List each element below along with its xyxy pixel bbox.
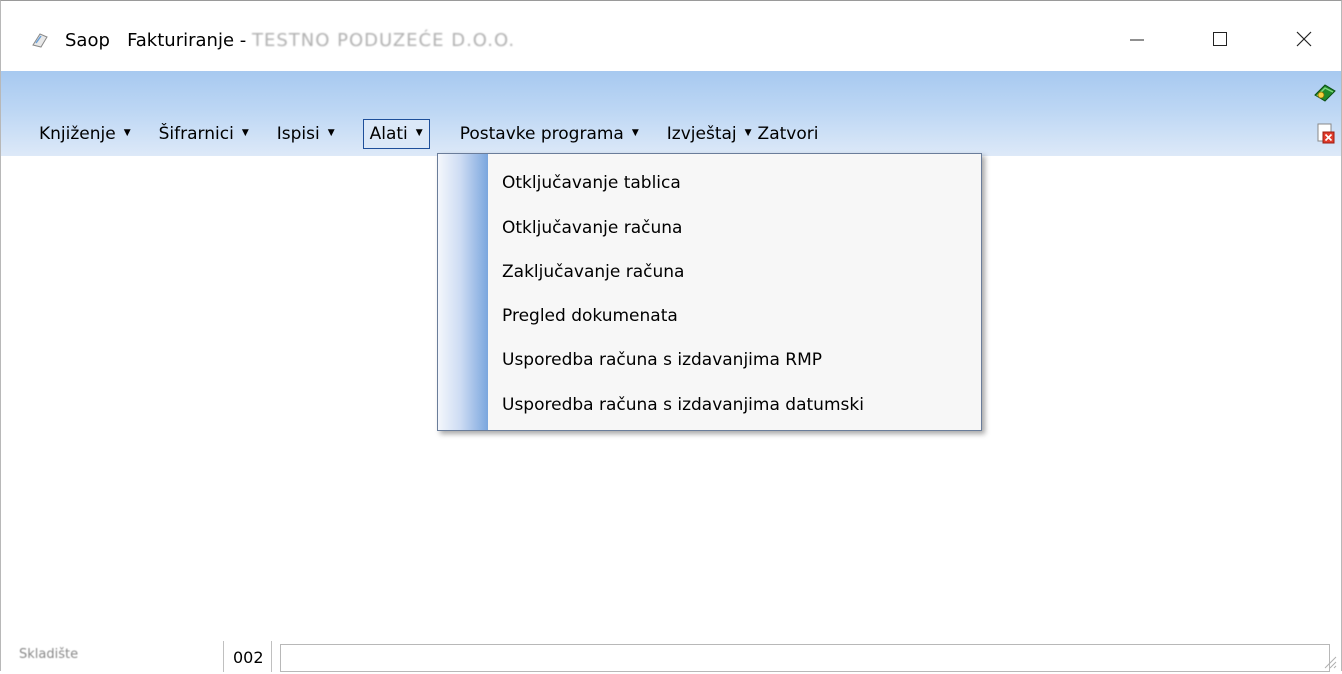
menu-izvjestaj-label: Izvještaj <box>666 124 737 144</box>
status-divider <box>271 641 272 672</box>
chevron-down-icon: ▼ <box>327 128 335 138</box>
menu-bar: Knjiženje ▼ Šifrarnici ▼ Ispisi ▼ Alati … <box>39 119 818 149</box>
chevron-down-icon: ▼ <box>744 128 752 138</box>
app-icon[interactable] <box>31 31 49 49</box>
menu-option-usporedba-datumski[interactable]: Usporedba računa s izdavanjima datumski <box>502 389 864 421</box>
menu-izvjestaj[interactable]: Izvještaj ▼ <box>667 119 752 149</box>
app-window: Saop Fakturiranje - TESTNO PODUZEĆE D.O.… <box>0 0 1342 672</box>
menu-zatvori-label: Zatvori <box>757 124 819 144</box>
minimize-button[interactable] <box>1114 19 1160 59</box>
window-title: Saop Fakturiranje - TESTNO PODUZEĆE D.O.… <box>65 30 515 51</box>
menu-option-zakljucavanje-racuna[interactable]: Zaključavanje računa <box>502 256 684 288</box>
maximize-icon <box>1213 32 1227 46</box>
close-button[interactable] <box>1281 19 1327 59</box>
chevron-down-icon: ▼ <box>123 128 131 138</box>
menu-alati-label: Alati <box>369 124 408 144</box>
chevron-down-icon: ▼ <box>631 128 639 138</box>
title-bar: Saop Fakturiranje - TESTNO PODUZEĆE D.O.… <box>1 1 1341 69</box>
help-book-icon[interactable] <box>1313 81 1337 105</box>
menu-zatvori[interactable]: Zatvori <box>758 119 819 149</box>
menu-knjizenje-label: Knjiženje <box>39 124 116 144</box>
menu-postavke-programa[interactable]: Postavke programa ▼ <box>460 119 639 149</box>
menu-option-pregled-dokumenata[interactable]: Pregled dokumenata <box>502 300 678 332</box>
chevron-down-icon: ▼ <box>241 128 249 138</box>
minimize-icon <box>1130 39 1144 41</box>
chevron-down-icon: ▼ <box>415 128 423 138</box>
status-code: 002 <box>233 648 264 667</box>
menu-alati[interactable]: Alati ▼ <box>362 119 430 149</box>
app-name: Saop <box>65 30 110 51</box>
menu-option-otkljucavanje-tablica[interactable]: Otključavanje tablica <box>502 167 681 199</box>
status-message-field <box>280 644 1330 672</box>
status-divider <box>223 641 224 672</box>
menu-option-usporedba-rmp[interactable]: Usporedba računa s izdavanjima RMP <box>502 344 822 376</box>
status-label: Skladište <box>19 647 79 662</box>
menu-sifrarnici-label: Šifrarnici <box>158 124 234 144</box>
menu-ispisi-label: Ispisi <box>276 124 320 144</box>
close-icon <box>1296 31 1312 47</box>
dropdown-gutter <box>438 154 488 430</box>
menu-option-otkljucavanje-racuna[interactable]: Otključavanje računa <box>502 212 682 244</box>
menu-postavke-label: Postavke programa <box>459 124 624 144</box>
menu-knjizenje[interactable]: Knjiženje ▼ <box>39 119 131 149</box>
menu-sifrarnici[interactable]: Šifrarnici ▼ <box>159 119 249 149</box>
module-title: Fakturiranje - <box>127 30 247 51</box>
alati-dropdown: Otključavanje tablica Otključavanje raču… <box>437 153 982 431</box>
exit-document-icon[interactable] <box>1316 123 1336 145</box>
company-name: TESTNO PODUZEĆE D.O.O. <box>251 30 516 51</box>
maximize-button[interactable] <box>1197 19 1243 59</box>
status-bar: Skladište 002 <box>1 641 1341 672</box>
menu-ispisi[interactable]: Ispisi ▼ <box>277 119 335 149</box>
resize-grip-icon[interactable] <box>1319 651 1337 669</box>
